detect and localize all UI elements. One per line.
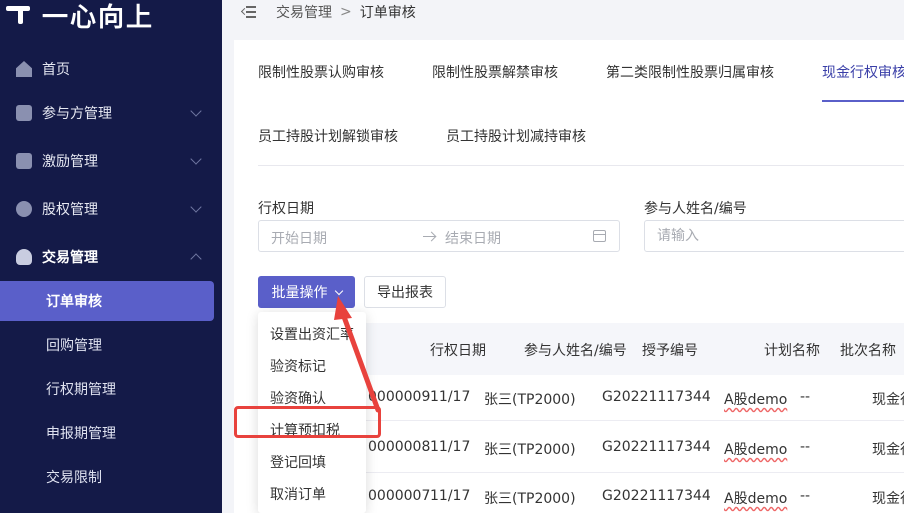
- chevron-down-icon: [190, 153, 202, 165]
- table-cell-batch: 现金行: [872, 392, 904, 408]
- table-cell-participant: 张三(TP2000): [484, 442, 576, 458]
- collapse-menu-icon[interactable]: [240, 6, 256, 18]
- chevron-up-icon: [190, 253, 202, 265]
- menu-item-cancel-order[interactable]: 取消订单: [270, 484, 326, 504]
- tab-esop-unlock[interactable]: 员工持股计划解锁审核: [258, 126, 398, 146]
- sidebar-item-incentive[interactable]: 激励管理: [0, 141, 222, 181]
- sidebar-item-home[interactable]: 首页: [0, 49, 222, 89]
- col-header-batch-name: 批次名称: [840, 343, 896, 359]
- sidebar-item-trade[interactable]: 交易管理: [0, 237, 222, 277]
- start-date-placeholder[interactable]: 开始日期: [271, 228, 327, 248]
- breadcrumb-parent[interactable]: 交易管理: [276, 2, 332, 22]
- col-header-plan-name: 计划名称: [764, 343, 820, 359]
- chevron-down-icon: [190, 105, 202, 117]
- sidebar: 一心向上 首页 参与方管理 激励管理 股权管理 交易管理 订单审核 回购管理 行…: [0, 0, 222, 513]
- sidebar-item-label: 首页: [42, 62, 70, 78]
- chevron-down-icon: [334, 286, 343, 295]
- table-cell-order-no: 0000008: [368, 439, 431, 455]
- tab-esop-reduction[interactable]: 员工持股计划减持审核: [446, 126, 586, 146]
- table-cell-dash: --: [800, 389, 811, 405]
- table-cell-plan-name: A股demo: [724, 491, 788, 507]
- participant-icon: [16, 105, 32, 121]
- table-cell-order-no: 0000009: [368, 389, 431, 405]
- sidebar-subitem-buyback[interactable]: 回购管理: [0, 325, 222, 365]
- col-header-participant: 参与人姓名/编号: [524, 343, 627, 359]
- sidebar-subitem-declaration-period[interactable]: 申报期管理: [0, 413, 222, 453]
- menu-item-verify-confirm[interactable]: 验资确认: [270, 388, 326, 408]
- home-icon: [16, 61, 32, 77]
- table-cell-grant-no: G20221117344: [602, 439, 711, 455]
- tabs-divider: [258, 165, 904, 166]
- table-cell-batch: 现金行: [872, 491, 904, 507]
- trade-icon: [16, 249, 32, 265]
- table-cell-date: 11/17: [430, 488, 471, 504]
- table-cell-dash: --: [800, 439, 811, 455]
- annotation-highlight-box: [234, 406, 381, 438]
- tab-restricted-subscription[interactable]: 限制性股票认购审核: [258, 62, 384, 82]
- table-cell-grant-no: G20221117344: [602, 488, 711, 504]
- end-date-placeholder[interactable]: 结束日期: [445, 228, 501, 248]
- chevron-down-icon: [190, 201, 202, 213]
- sidebar-item-label: 参与方管理: [42, 106, 112, 122]
- table-cell-participant: 张三(TP2000): [484, 491, 576, 507]
- active-tab-indicator: [822, 100, 904, 102]
- tab-restricted-unlock[interactable]: 限制性股票解禁审核: [432, 62, 558, 82]
- menu-item-verify-mark[interactable]: 验资标记: [270, 356, 326, 376]
- col-header-grant-no: 授予编号: [642, 343, 698, 359]
- table-cell-grant-no: G20221117344: [602, 389, 711, 405]
- sidebar-subitem-exercise-period[interactable]: 行权期管理: [0, 369, 222, 409]
- sidebar-item-equity[interactable]: 股权管理: [0, 189, 222, 229]
- table-cell-dash: --: [800, 488, 811, 504]
- table-cell-plan-name: A股demo: [724, 392, 788, 408]
- menu-item-register-backfill[interactable]: 登记回填: [270, 452, 326, 472]
- arrow-right-icon: [423, 236, 435, 237]
- date-filter-label: 行权日期: [258, 201, 314, 217]
- logo-mark-icon: [6, 4, 32, 26]
- sidebar-item-label: 股权管理: [42, 202, 98, 218]
- app-logo[interactable]: 一心向上: [6, 0, 154, 33]
- table-cell-participant: 张三(TP2000): [484, 392, 576, 408]
- incentive-icon: [16, 153, 32, 169]
- menu-item-set-exchange-rate[interactable]: 设置出资汇率: [270, 324, 354, 344]
- table-cell-plan-name: A股demo: [724, 442, 788, 458]
- col-header-exercise-date: 行权日期: [430, 343, 486, 359]
- tab-cash-exercise[interactable]: 现金行权审核: [822, 62, 904, 82]
- batch-operation-label: 批量操作: [271, 285, 328, 301]
- sidebar-item-label: 交易管理: [42, 250, 98, 266]
- participant-search-input[interactable]: [644, 220, 904, 252]
- table-cell-date: 11/17: [430, 439, 471, 455]
- tab-class2-vesting[interactable]: 第二类限制性股票归属审核: [606, 62, 774, 82]
- breadcrumb-current: 订单审核: [359, 5, 416, 21]
- calendar-icon: [593, 230, 606, 242]
- sidebar-item-label: 激励管理: [42, 154, 98, 170]
- table-cell-batch: 现金行: [872, 442, 904, 458]
- batch-operation-button[interactable]: 批量操作: [258, 276, 355, 308]
- table-cell-date: 11/17: [430, 389, 471, 405]
- export-report-button[interactable]: 导出报表: [364, 276, 446, 308]
- sidebar-subitem-order-review[interactable]: 订单审核: [0, 281, 214, 321]
- sidebar-item-participants[interactable]: 参与方管理: [0, 93, 222, 133]
- name-filter-label: 参与人姓名/编号: [644, 201, 747, 217]
- breadcrumb-separator: >: [340, 4, 352, 20]
- sidebar-subitem-trade-limits[interactable]: 交易限制: [0, 457, 222, 497]
- logo-text: 一心向上: [42, 2, 155, 33]
- equity-icon: [16, 201, 32, 217]
- breadcrumb: 交易管理 > 订单审核: [240, 0, 416, 24]
- table-cell-order-no: 0000007: [368, 488, 431, 504]
- date-range-picker[interactable]: 开始日期 结束日期: [258, 220, 620, 252]
